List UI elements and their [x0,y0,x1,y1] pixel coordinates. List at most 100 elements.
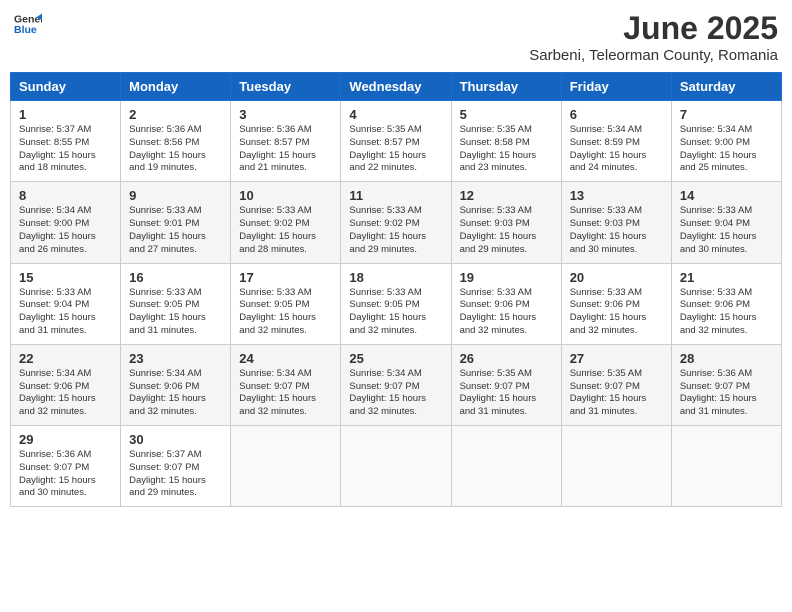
day-info: Sunrise: 5:33 AM Sunset: 9:04 PM Dayligh… [680,205,773,256]
day-number: 9 [129,188,222,203]
calendar-day-cell: 4 Sunrise: 5:35 AM Sunset: 8:57 PM Daylig… [341,101,451,182]
day-number: 28 [680,351,773,366]
calendar-day-cell: 26Sunrise: 5:35 AM Sunset: 9:07 PM Dayli… [451,344,561,425]
day-info: Sunrise: 5:34 AM Sunset: 9:07 PM Dayligh… [239,368,332,419]
calendar-day-cell: 20 Sunrise: 5:33 AM Sunset: 9:06 PM Dayli… [561,263,671,344]
svg-text:Blue: Blue [14,24,37,36]
day-info: Sunrise: 5:33 AM Sunset: 9:03 PM Dayligh… [460,205,553,256]
day-number: 10 [239,188,332,203]
calendar-day-cell [451,426,561,507]
calendar-day-cell [231,426,341,507]
day-number: 2 [129,107,222,122]
calendar-day-cell: 7 Sunrise: 5:34 AM Sunset: 9:00 PM Daylig… [671,101,781,182]
calendar-day-cell: 5 Sunrise: 5:35 AM Sunset: 8:58 PM Daylig… [451,101,561,182]
col-thursday: Thursday [451,73,561,101]
calendar-day-cell: 6Sunrise: 5:34 AM Sunset: 8:59 PM Daylig… [561,101,671,182]
day-info: Sunrise: 5:36 AM Sunset: 8:57 PM Dayligh… [239,124,332,175]
calendar-day-cell: 2Sunrise: 5:36 AM Sunset: 8:56 PM Daylig… [121,101,231,182]
calendar-day-cell [341,426,451,507]
calendar-day-cell: 12 Sunrise: 5:33 AM Sunset: 9:03 PM Dayli… [451,182,561,263]
day-number: 7 [680,107,773,122]
title-block: June 2025 Sarbeni, Teleorman County, Rom… [529,10,778,64]
calendar-day-cell: 10 Sunrise: 5:33 AM Sunset: 9:02 PM Dayli… [231,182,341,263]
day-info: Sunrise: 5:34 AM Sunset: 9:07 PM Dayligh… [349,368,442,419]
day-info: Sunrise: 5:33 AM Sunset: 9:03 PM Dayligh… [570,205,663,256]
calendar-day-cell: 21 Sunrise: 5:33 AM Sunset: 9:06 PM Dayli… [671,263,781,344]
day-number: 14 [680,188,773,203]
day-number: 4 [349,107,442,122]
col-saturday: Saturday [671,73,781,101]
day-number: 26 [460,351,553,366]
calendar-header-row: Sunday Monday Tuesday Wednesday Thursday… [11,73,782,101]
day-number: 12 [460,188,553,203]
calendar-day-cell: 27 Sunrise: 5:35 AM Sunset: 9:07 PM Dayli… [561,344,671,425]
day-number: 13 [570,188,663,203]
day-number: 1 [19,107,112,122]
calendar-day-cell: 11Sunrise: 5:33 AM Sunset: 9:02 PM Dayli… [341,182,451,263]
day-info: Sunrise: 5:34 AM Sunset: 9:00 PM Dayligh… [19,205,112,256]
calendar-day-cell: 25 Sunrise: 5:34 AM Sunset: 9:07 PM Dayli… [341,344,451,425]
day-number: 5 [460,107,553,122]
day-info: Sunrise: 5:33 AM Sunset: 9:02 PM Dayligh… [239,205,332,256]
week-row-1: 8 Sunrise: 5:34 AM Sunset: 9:00 PM Daylig… [11,182,782,263]
day-number: 20 [570,270,663,285]
col-sunday: Sunday [11,73,121,101]
day-info: Sunrise: 5:33 AM Sunset: 9:06 PM Dayligh… [460,287,553,338]
day-number: 22 [19,351,112,366]
calendar-table: Sunday Monday Tuesday Wednesday Thursday… [10,72,782,507]
day-info: Sunrise: 5:33 AM Sunset: 9:04 PM Dayligh… [19,287,112,338]
day-info: Sunrise: 5:35 AM Sunset: 8:58 PM Dayligh… [460,124,553,175]
day-number: 18 [349,270,442,285]
day-info: Sunrise: 5:35 AM Sunset: 8:57 PM Dayligh… [349,124,442,175]
week-row-3: 22 Sunrise: 5:34 AM Sunset: 9:06 PM Dayli… [11,344,782,425]
calendar-day-cell: 23 Sunrise: 5:34 AM Sunset: 9:06 PM Dayli… [121,344,231,425]
day-info: Sunrise: 5:34 AM Sunset: 9:06 PM Dayligh… [19,368,112,419]
calendar-day-cell: 30Sunrise: 5:37 AM Sunset: 9:07 PM Dayli… [121,426,231,507]
calendar-day-cell: 8 Sunrise: 5:34 AM Sunset: 9:00 PM Daylig… [11,182,121,263]
calendar-day-cell: 29Sunrise: 5:36 AM Sunset: 9:07 PM Dayli… [11,426,121,507]
col-wednesday: Wednesday [341,73,451,101]
calendar-day-cell: 14 Sunrise: 5:33 AM Sunset: 9:04 PM Dayli… [671,182,781,263]
logo: General Blue [14,10,42,38]
calendar-day-cell: 16Sunrise: 5:33 AM Sunset: 9:05 PM Dayli… [121,263,231,344]
day-number: 3 [239,107,332,122]
calendar-day-cell: 3 Sunrise: 5:36 AM Sunset: 8:57 PM Daylig… [231,101,341,182]
day-number: 27 [570,351,663,366]
col-friday: Friday [561,73,671,101]
day-info: Sunrise: 5:37 AM Sunset: 8:55 PM Dayligh… [19,124,112,175]
day-info: Sunrise: 5:33 AM Sunset: 9:01 PM Dayligh… [129,205,222,256]
calendar-day-cell: 22 Sunrise: 5:34 AM Sunset: 9:06 PM Dayli… [11,344,121,425]
calendar-day-cell: 28 Sunrise: 5:36 AM Sunset: 9:07 PM Dayli… [671,344,781,425]
calendar-day-cell: 13 Sunrise: 5:33 AM Sunset: 9:03 PM Dayli… [561,182,671,263]
page-subtitle: Sarbeni, Teleorman County, Romania [529,47,778,64]
day-number: 15 [19,270,112,285]
day-info: Sunrise: 5:33 AM Sunset: 9:02 PM Dayligh… [349,205,442,256]
day-number: 21 [680,270,773,285]
day-number: 16 [129,270,222,285]
day-number: 23 [129,351,222,366]
logo-icon: General Blue [14,10,42,38]
day-info: Sunrise: 5:33 AM Sunset: 9:06 PM Dayligh… [570,287,663,338]
day-number: 29 [19,432,112,447]
day-number: 8 [19,188,112,203]
week-row-2: 15 Sunrise: 5:33 AM Sunset: 9:04 PM Dayli… [11,263,782,344]
col-monday: Monday [121,73,231,101]
day-info: Sunrise: 5:33 AM Sunset: 9:05 PM Dayligh… [349,287,442,338]
calendar-day-cell: 18 Sunrise: 5:33 AM Sunset: 9:05 PM Dayli… [341,263,451,344]
day-number: 30 [129,432,222,447]
day-info: Sunrise: 5:35 AM Sunset: 9:07 PM Dayligh… [570,368,663,419]
day-number: 25 [349,351,442,366]
day-info: Sunrise: 5:33 AM Sunset: 9:06 PM Dayligh… [680,287,773,338]
day-info: Sunrise: 5:33 AM Sunset: 9:05 PM Dayligh… [239,287,332,338]
day-info: Sunrise: 5:34 AM Sunset: 9:06 PM Dayligh… [129,368,222,419]
day-number: 24 [239,351,332,366]
week-row-4: 29Sunrise: 5:36 AM Sunset: 9:07 PM Dayli… [11,426,782,507]
week-row-0: 1 Sunrise: 5:37 AM Sunset: 8:55 PM Daylig… [11,101,782,182]
page-header: General Blue June 2025 Sarbeni, Teleorma… [10,10,782,64]
day-number: 17 [239,270,332,285]
col-tuesday: Tuesday [231,73,341,101]
day-info: Sunrise: 5:36 AM Sunset: 9:07 PM Dayligh… [680,368,773,419]
day-info: Sunrise: 5:34 AM Sunset: 8:59 PM Dayligh… [570,124,663,175]
calendar-day-cell: 1 Sunrise: 5:37 AM Sunset: 8:55 PM Daylig… [11,101,121,182]
day-info: Sunrise: 5:34 AM Sunset: 9:00 PM Dayligh… [680,124,773,175]
